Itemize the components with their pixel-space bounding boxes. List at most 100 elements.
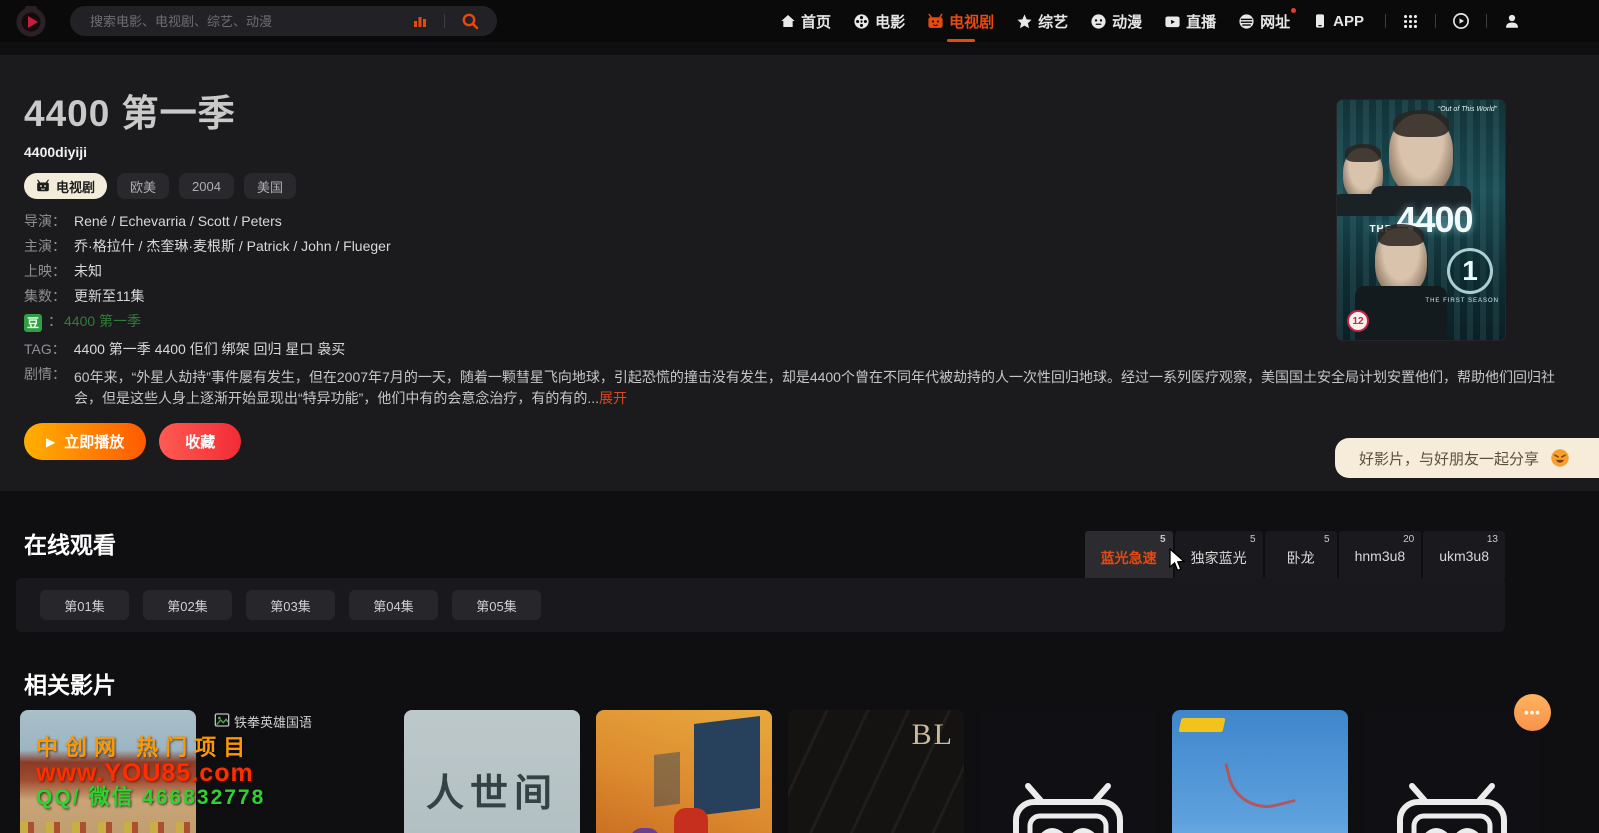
nav-item-anime[interactable]: 动漫 [1090,11,1142,32]
nav-label: 网址 [1260,11,1290,32]
film-icon [853,13,870,30]
nav-label: 电视剧 [949,11,994,32]
nav-label: 动漫 [1112,11,1142,32]
nav-label: APP [1333,13,1364,30]
source-name: hnm3u8 [1355,548,1406,564]
poster-figure [1355,286,1447,340]
related-card-3[interactable]: 人世间 [404,710,580,833]
director-label: 导演： [24,214,66,229]
nav-item-movies[interactable]: 电影 [853,11,905,32]
region-pill[interactable]: 欧美 [117,173,169,199]
source-count: 5 [1324,534,1330,545]
source-tab-djlg[interactable]: 5 独家蓝光 [1175,531,1263,581]
episode-count-value: 更新至11集 [74,289,145,304]
nav-item-variety[interactable]: 综艺 [1016,11,1068,32]
poster-decoration [20,822,196,833]
poster-decoration [1224,750,1295,817]
search-divider [444,14,445,28]
search-icon[interactable] [461,12,479,30]
related-card-5[interactable]: BL OSS [788,710,964,833]
episode-button-3[interactable]: 第03集 [246,590,335,620]
play-now-button[interactable]: ▶ 立即播放 [24,423,146,460]
source-tab-ukm3u8[interactable]: 13 ukm3u8 [1423,531,1505,581]
related-card-7[interactable] [1172,710,1348,833]
country-pill[interactable]: 美国 [244,173,296,199]
share-tip-text: 好影片，与好朋友一起分享 [1359,448,1539,469]
season-number-badge: 1 [1447,248,1493,294]
favorite-button[interactable]: 收藏 [159,423,241,460]
detail-hero-section: 4400 第一季 4400diyiji 电视剧 欧美 2004 美国 [0,55,1599,491]
trending-icon[interactable] [412,13,428,29]
nav-item-home[interactable]: 首页 [780,11,831,32]
expand-link[interactable]: 展开 [599,390,627,406]
nav-divider [1486,14,1487,28]
broken-image-icon [214,712,230,728]
douban-icon: 豆 [24,314,42,332]
release-label: 上映： [24,264,66,279]
cast-value: 乔·格拉什 / 杰奎琳·麦根斯 / Patrick / John / Flueg… [74,239,391,254]
user-icon[interactable] [1503,12,1521,30]
source-count: 5 [1160,534,1166,545]
poster-figure [630,828,660,833]
nav-item-live[interactable]: 直播 [1164,11,1216,32]
broken-image-alt-text: 铁拳英雄国语 [234,712,312,731]
poster-tagline: “Out of This World” [1438,106,1497,113]
nav-item-tv-series[interactable]: 电视剧 [927,11,994,32]
nav-item-sites[interactable]: 网址 [1238,11,1290,32]
floating-more-button[interactable]: ••• [1514,694,1551,731]
related-card-2[interactable]: 铁拳英雄国语 [212,710,388,833]
phone-icon [1312,13,1328,29]
related-card-4[interactable] [596,710,772,833]
episode-button-2[interactable]: 第02集 [143,590,232,620]
cast-label: 主演： [24,239,66,254]
episode-button-5[interactable]: 第05集 [452,590,541,620]
related-card-8-placeholder[interactable] [1364,710,1540,833]
source-tab-hnm3u8[interactable]: 20 hnm3u8 [1339,531,1422,581]
source-count: 20 [1403,534,1414,545]
apps-grid-icon[interactable] [1402,13,1419,30]
plot-body: 60年来，“外星人劫持”事件屡有发生，但在2007年7月的一天，随着一颗彗星飞向… [74,369,1555,406]
douban-colon: ： [48,314,62,329]
episode-count-label: 集数： [24,289,66,304]
poster-figure [674,808,708,833]
source-tab-wolong[interactable]: 5 卧龙 [1265,531,1337,581]
episode-button-1[interactable]: 第01集 [40,590,129,620]
tv-icon [927,13,944,30]
poster-face [1389,114,1453,194]
release-value: 未知 [74,264,102,279]
douban-link[interactable]: 4400 第一季 [64,314,141,329]
play-history-icon[interactable] [1452,12,1470,30]
source-count: 13 [1487,534,1498,545]
play-icon: ▶ [46,435,55,449]
search-bar[interactable] [70,6,497,36]
tv-mascot-placeholder-icon [1008,778,1128,833]
tag-value: 4400 第一季 4400 佢们 绑架 回归 星口 袅买 [74,342,346,357]
laughing-emoji-icon [1549,447,1571,469]
related-card-6-placeholder[interactable] [980,710,1156,833]
nav-label: 电影 [875,11,905,32]
category-pill[interactable]: 电视剧 [24,173,107,199]
source-name: ukm3u8 [1439,548,1489,564]
season-text: THE FIRST SEASON [1425,298,1499,304]
globe-icon [1238,13,1255,30]
source-count: 5 [1250,534,1256,545]
year-pill[interactable]: 2004 [179,173,234,199]
episode-button-4[interactable]: 第04集 [349,590,438,620]
nav-menu: 首页 电影 电视剧 [769,11,1527,32]
poster-title-text: BL [912,718,954,752]
anime-face-icon [1090,13,1107,30]
nav-label: 综艺 [1038,11,1068,32]
site-logo[interactable] [14,4,48,38]
share-tooltip[interactable]: 好影片，与好朋友一起分享 [1335,438,1599,478]
plot-text: 60年来，“外星人劫持”事件屡有发生，但在2007年7月的一天，随着一颗彗星飞向… [74,367,1575,409]
active-tab-underline [947,39,975,42]
tv-icon [36,179,50,193]
related-card-1[interactable] [20,710,196,833]
search-input[interactable] [88,13,406,30]
movie-poster[interactable]: “Out of This World” THE 4400 1 THE FIRST… [1337,100,1505,340]
home-icon [780,13,796,29]
top-navbar: 首页 电影 电视剧 [0,0,1599,42]
more-dots-icon: ••• [1524,705,1541,720]
nav-item-app[interactable]: APP [1312,13,1364,30]
source-tab-lgjs[interactable]: 5 蓝光急速 [1085,531,1173,581]
